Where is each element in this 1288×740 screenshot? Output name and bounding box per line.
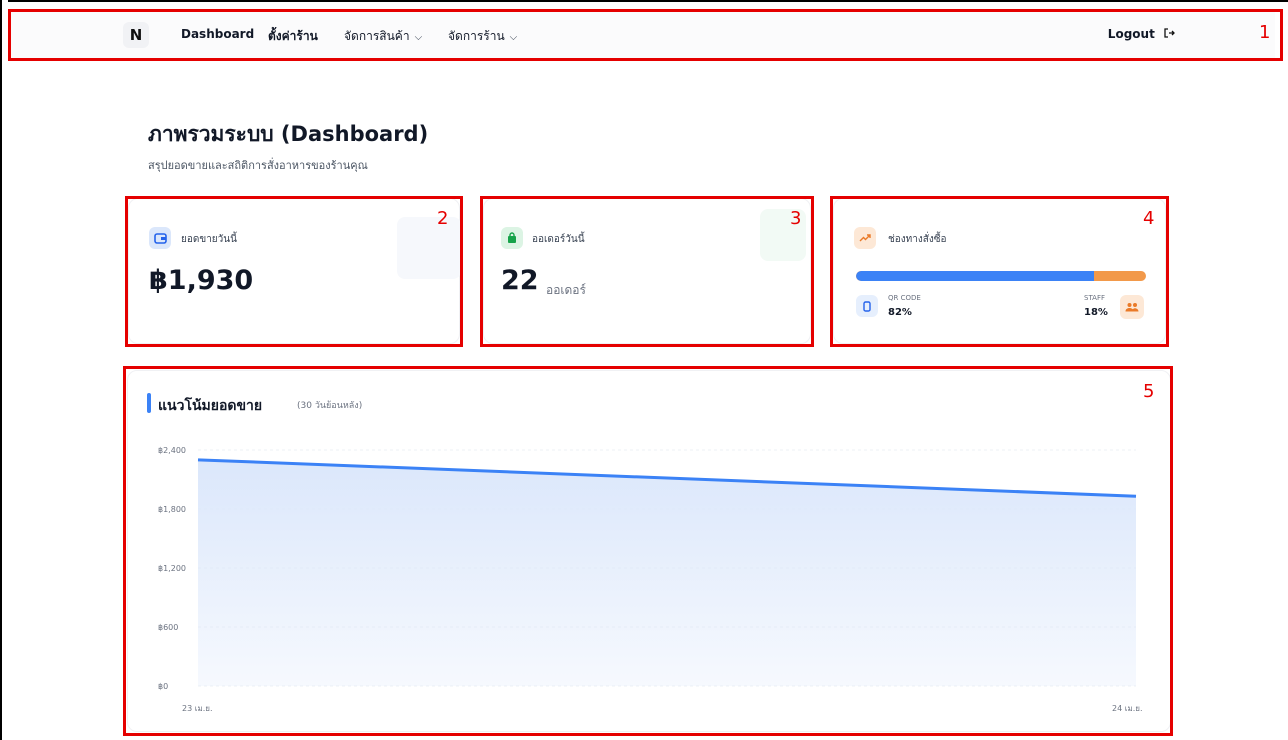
annotation-number-2: 2	[437, 208, 449, 229]
y-tick-label: ฿0	[158, 682, 168, 691]
y-tick-label: ฿1,800	[158, 505, 186, 514]
y-tick-label: ฿2,400	[158, 446, 186, 455]
x-tick-label: 23 เม.ย.	[182, 704, 213, 713]
annotation-number-4: 4	[1143, 208, 1155, 229]
annotation-number-1: 1	[1259, 22, 1271, 43]
annotation-number-5: 5	[1143, 381, 1155, 402]
x-tick-label: 24 เม.ย.	[1112, 704, 1143, 713]
sales-trend-chart: ฿2,400 ฿1,800 ฿1,200 ฿600 ฿0 23 เม.ย. 24 เม.ย.	[158, 446, 1143, 713]
sales-area-fill	[198, 459, 1136, 686]
y-tick-label: ฿600	[158, 623, 178, 632]
annotation-number-3: 3	[790, 208, 802, 229]
y-tick-label: ฿1,200	[158, 564, 186, 573]
